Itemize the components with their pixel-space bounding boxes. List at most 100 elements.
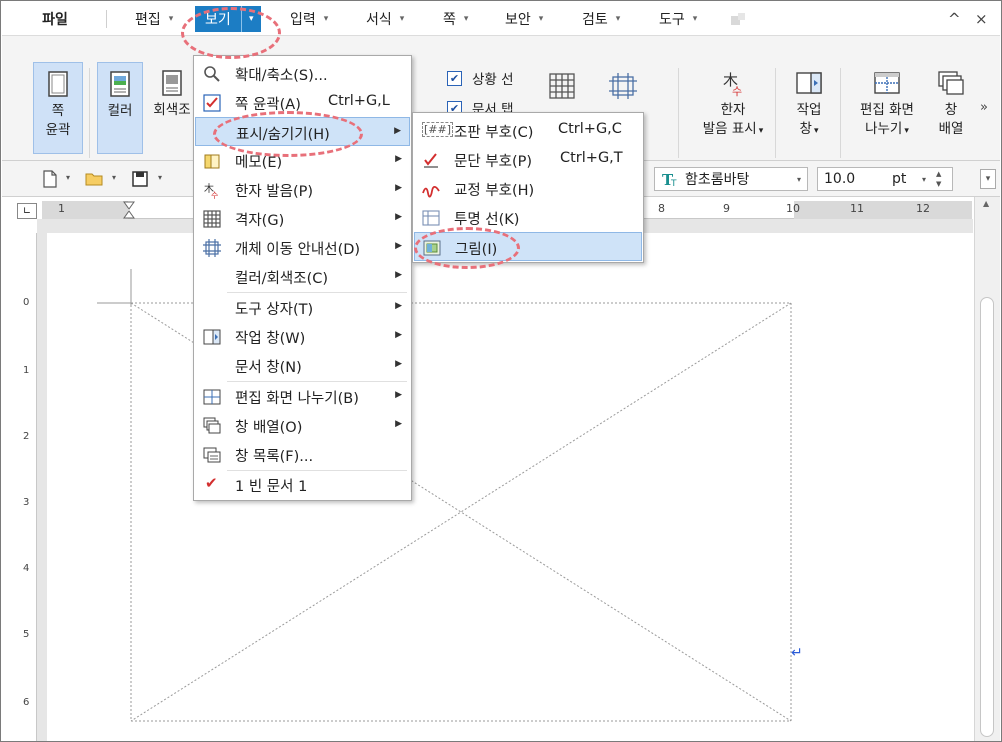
- menu-item-grid[interactable]: 격자(G) ▶: [195, 204, 410, 233]
- menu-item-document-window[interactable]: 문서 창(N) ▶: [195, 351, 410, 380]
- transparent-line-icon: [422, 210, 440, 226]
- menu-label: 보안: [505, 12, 531, 28]
- ruler-number: 10: [786, 202, 800, 215]
- menu-item-label: 1 빈 문서 1: [235, 479, 308, 495]
- chevron-down-icon[interactable]: ▾: [158, 173, 162, 182]
- picture-placeholder[interactable]: [47, 233, 973, 742]
- status-line-toggle[interactable]: ✔ 상황 선: [447, 68, 514, 88]
- page-icon: [48, 71, 68, 97]
- chevron-down-icon[interactable]: ▾: [922, 175, 926, 184]
- puzzle-icon[interactable]: [728, 11, 748, 29]
- ribbon-divider: [775, 68, 776, 158]
- indent-marker-icon[interactable]: [122, 201, 136, 219]
- spin-arrows-icon[interactable]: ▲ ▼: [936, 169, 941, 189]
- chevron-down-icon[interactable]: ▾: [797, 175, 801, 184]
- document-page[interactable]: ↵: [47, 233, 973, 742]
- scrollbar-thumb[interactable]: [980, 297, 994, 737]
- checkmark-icon: ✔: [205, 474, 218, 492]
- split-screen-icon: [874, 72, 900, 94]
- menu-item-recent-document[interactable]: ✔ 1 빈 문서 1: [195, 470, 410, 499]
- chevron-down-icon: ▾: [758, 126, 764, 136]
- menu-item-label: 개체 이동 안내선(D): [235, 242, 361, 258]
- picture-icon: [423, 240, 441, 256]
- chevron-down-icon: ▾: [813, 126, 819, 136]
- svg-text:수: 수: [211, 191, 218, 199]
- chevron-down-icon[interactable]: ▾: [112, 173, 116, 182]
- menu-item-show-hide[interactable]: 표시/숨기기(H) ▶: [195, 117, 410, 146]
- magnifier-icon: [204, 66, 220, 82]
- close-button[interactable]: ×: [975, 10, 988, 28]
- tab-type-selector[interactable]: ∟: [17, 203, 37, 219]
- menu-item-task-pane[interactable]: 작업 창(W) ▶: [195, 322, 410, 351]
- chevron-right-icon: ▶: [395, 154, 402, 164]
- font-type-icon: TT: [662, 171, 677, 188]
- font-size-value[interactable]: 10.0: [824, 171, 855, 187]
- vertical-scrollbar[interactable]: ▲: [974, 197, 1000, 741]
- paragraph-mark-icon: ↵: [791, 645, 803, 661]
- menu-item-label: 격자(G): [235, 213, 285, 229]
- vertical-ruler[interactable]: 0 1 2 3 4 5 6: [19, 233, 37, 741]
- menu-item-color-grayscale[interactable]: 컬러/회색조(C) ▶: [195, 262, 410, 291]
- submenu-item-paragraph-marks[interactable]: 문단 부호(P) Ctrl+G,T: [414, 145, 642, 174]
- menu-security[interactable]: 보안 ▾: [505, 6, 543, 32]
- menu-item-label: 문단 부호(P): [454, 154, 533, 170]
- menu-item-shortcut: Ctrl+G,C: [558, 121, 622, 137]
- submenu-item-pictures[interactable]: 그림(I): [414, 232, 642, 261]
- split-screen-button[interactable]: 편집 화면 나누기 ▾: [850, 62, 924, 154]
- menu-insert[interactable]: 입력 ▾: [290, 6, 328, 32]
- hanja-pronunciation-button[interactable]: 木수 한자 발음 표시 ▾: [696, 62, 770, 154]
- chevron-down-icon[interactable]: ▾: [66, 173, 70, 182]
- menu-label: 입력: [290, 12, 316, 28]
- ruler-margin-left: [42, 201, 128, 219]
- menu-edit[interactable]: 편집 ▾: [135, 6, 173, 32]
- menu-format[interactable]: 서식 ▾: [366, 6, 404, 32]
- collapse-ribbon-button[interactable]: ^: [948, 10, 961, 28]
- menu-tools[interactable]: 도구 ▾: [659, 6, 697, 32]
- menu-bar: 파일 편집 ▾ 보기 ▾ 입력 ▾ 서식 ▾ 쪽 ▾ 보안 ▾ 검토 ▾ 도구 ▾ ^ ×: [2, 2, 1000, 35]
- object-guide-icon[interactable]: [608, 72, 638, 100]
- menu-item-zoom[interactable]: 확대/축소(S)...: [195, 59, 410, 88]
- menu-item-hanja-pronunciation[interactable]: 木수 한자 발음(P) ▶: [195, 175, 410, 204]
- new-document-icon[interactable]: [40, 169, 60, 189]
- menu-view[interactable]: 보기 ▾: [195, 6, 261, 32]
- submenu-item-transparent-lines[interactable]: 투명 선(K): [414, 203, 642, 232]
- open-folder-icon[interactable]: [84, 169, 104, 189]
- menu-page[interactable]: 쪽 ▾: [443, 6, 468, 32]
- color-button[interactable]: 컬러: [97, 62, 143, 154]
- ruler-number: 5: [23, 629, 30, 640]
- toolbar-expand-button[interactable]: ▾: [980, 169, 996, 189]
- page-outline-button[interactable]: 쪽 윤곽: [33, 62, 83, 154]
- menu-item-object-guide[interactable]: 개체 이동 안내선(D) ▶: [195, 233, 410, 262]
- menu-item-split-screen[interactable]: 편집 화면 나누기(B) ▶: [195, 382, 410, 411]
- button-label-with-caret: 나누기 ▾: [865, 120, 909, 141]
- font-select[interactable]: TT 함초롬바탕 ▾: [654, 167, 808, 191]
- cascade-windows-icon: [938, 71, 964, 95]
- view-menu: 확대/축소(S)... 쪽 윤곽(A) Ctrl+G,L 표시/숨기기(H) ▶…: [193, 55, 412, 501]
- chevron-down-icon: ▾: [615, 14, 621, 24]
- menu-item-arrange-windows[interactable]: 창 배열(O) ▶: [195, 411, 410, 440]
- chevron-right-icon: ▶: [395, 301, 402, 311]
- font-size-stepper[interactable]: 10.0 pt ▾ ▲ ▼: [817, 167, 953, 191]
- menu-item-page-outline[interactable]: 쪽 윤곽(A) Ctrl+G,L: [195, 88, 410, 117]
- submenu-item-proofreading-marks[interactable]: 교정 부호(H): [414, 174, 642, 203]
- grid-icon[interactable]: [548, 72, 576, 100]
- menu-item-window-list[interactable]: 창 목록(F)...: [195, 440, 410, 469]
- menu-label: 보기: [205, 12, 231, 28]
- menu-item-toolbox[interactable]: 도구 상자(T) ▶: [195, 293, 410, 322]
- menu-item-memo[interactable]: 메모(E) ▶: [195, 146, 410, 175]
- grayscale-button[interactable]: 회색조: [148, 62, 196, 154]
- task-pane-button[interactable]: 작업 창 ▾: [784, 62, 834, 154]
- scroll-up-icon[interactable]: ▲: [983, 199, 989, 208]
- menu-review[interactable]: 검토 ▾: [582, 6, 620, 32]
- submenu-item-control-codes[interactable]: [##] 조판 부호(C) Ctrl+G,C: [414, 116, 642, 145]
- save-icon[interactable]: [130, 169, 150, 189]
- chevron-down-icon[interactable]: ▾: [240, 6, 261, 32]
- menu-file[interactable]: 파일: [10, 6, 100, 32]
- ribbon-more-button[interactable]: »: [980, 100, 988, 115]
- menu-item-label: 쪽 윤곽(A): [235, 97, 301, 113]
- arrange-windows-button[interactable]: 창 배열: [930, 62, 972, 154]
- window-list-icon: [203, 447, 221, 463]
- checkbox-checked-icon[interactable]: ✔: [447, 70, 462, 86]
- menu-divider: [106, 10, 107, 28]
- chevron-down-icon: ▾: [692, 14, 698, 24]
